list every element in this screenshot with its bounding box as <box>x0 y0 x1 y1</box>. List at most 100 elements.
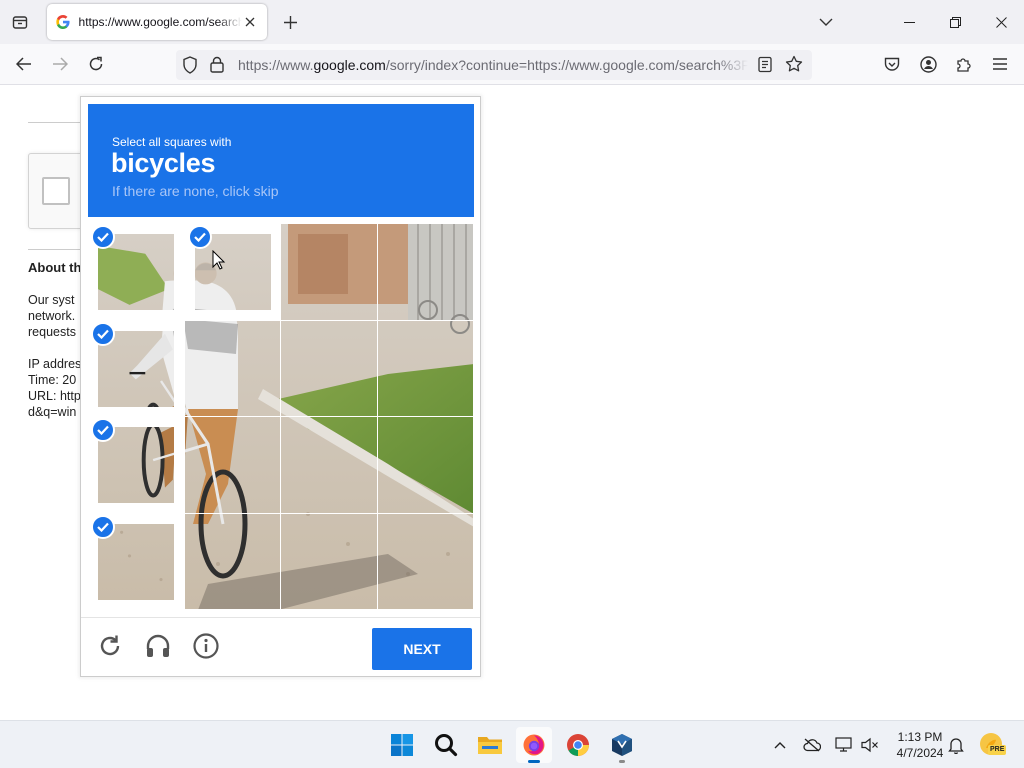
divider <box>28 249 82 250</box>
captcha-image-tile[interactable] <box>281 224 377 320</box>
firefox-view-button[interactable] <box>6 8 34 36</box>
account-icon <box>919 55 937 73</box>
lock-icon[interactable] <box>210 56 224 78</box>
start-button[interactable] <box>384 727 420 763</box>
tracking-protection-shield-icon[interactable] <box>182 56 198 79</box>
network-icon <box>835 737 852 752</box>
page-text-line: requests <box>28 325 76 339</box>
reader-view-icon[interactable] <box>758 56 772 78</box>
speaker-muted-icon <box>861 737 878 753</box>
plus-icon <box>283 15 297 29</box>
hamburger-menu-icon <box>993 58 1007 70</box>
tile-image <box>281 513 377 609</box>
captcha-image-tile[interactable] <box>377 417 473 513</box>
reload-challenge-button[interactable] <box>96 632 124 660</box>
virtualbox-taskbar-button[interactable] <box>604 727 640 763</box>
arrow-left-icon <box>16 57 31 71</box>
selected-checkmark-icon <box>187 225 212 249</box>
page-text-line: Our syst <box>28 293 75 307</box>
tile-image <box>281 417 377 513</box>
firefox-icon <box>523 734 545 756</box>
tile-image <box>377 513 473 609</box>
chevron-down-icon <box>819 18 833 26</box>
captcha-image-tile[interactable] <box>377 513 473 609</box>
restore-button[interactable] <box>932 0 978 44</box>
reload-icon <box>89 56 103 71</box>
challenge-keyword: bicycles <box>111 148 216 178</box>
volume-tray-button[interactable] <box>858 733 882 757</box>
challenge-footer: NEXT <box>81 617 480 677</box>
captcha-image-tile[interactable] <box>88 321 184 417</box>
next-button[interactable]: NEXT <box>372 628 472 670</box>
refresh-icon <box>100 635 120 656</box>
tile-image <box>281 224 377 320</box>
recaptcha-checkbox[interactable] <box>42 177 70 205</box>
selected-checkmark-icon <box>91 321 115 346</box>
recaptcha-challenge-dialog: Select all squares with bicycles If ther… <box>80 96 481 677</box>
show-hidden-icons-button[interactable] <box>768 733 792 757</box>
page-text-line: Time: 20 <box>28 373 77 387</box>
captcha-image-tile[interactable] <box>184 320 280 416</box>
google-favicon-icon <box>55 14 71 30</box>
back-button[interactable] <box>10 50 38 78</box>
arrow-right-icon <box>53 57 68 71</box>
account-button[interactable] <box>914 50 942 78</box>
reload-button[interactable] <box>82 50 110 78</box>
close-window-button[interactable] <box>978 0 1024 44</box>
chrome-taskbar-button[interactable] <box>560 727 596 763</box>
app-menu-button[interactable] <box>986 50 1014 78</box>
tile-image <box>184 417 280 513</box>
navigation-toolbar: https://www.google.com/sorry/index?conti… <box>0 44 1024 85</box>
captcha-image-tile[interactable] <box>88 224 184 320</box>
minimize-button[interactable] <box>886 0 932 44</box>
selected-checkmark-icon <box>91 514 115 539</box>
tile-image <box>377 320 473 416</box>
new-tab-button[interactable] <box>277 9 303 35</box>
firefox-view-icon <box>12 16 28 29</box>
windows-taskbar: 1:13 PM 4/7/2024 PRE <box>0 720 1024 768</box>
captcha-image-tile[interactable] <box>184 513 280 609</box>
extensions-button[interactable] <box>950 50 978 78</box>
headphones-icon <box>146 634 170 657</box>
captcha-image-tile[interactable] <box>88 514 184 610</box>
windows-insider-badge[interactable]: PRE <box>978 731 1007 759</box>
captcha-image-tile[interactable] <box>185 224 281 320</box>
page-text-line: network. <box>28 309 76 323</box>
page-text-line: IP addres <box>28 357 82 371</box>
bookmark-star-icon[interactable] <box>785 55 803 78</box>
selected-checkmark-icon <box>91 418 115 442</box>
audio-challenge-button[interactable] <box>144 632 172 660</box>
mouse-cursor-icon <box>212 250 226 270</box>
active-app-indicator <box>528 760 540 763</box>
captcha-image-tile[interactable] <box>377 224 473 320</box>
search-taskbar-button[interactable] <box>428 727 464 763</box>
pocket-button[interactable] <box>878 50 906 78</box>
captcha-image-tile[interactable] <box>281 320 377 416</box>
captcha-image-tile[interactable] <box>184 417 280 513</box>
tile-image <box>184 513 280 609</box>
challenge-hint: If there are none, click skip <box>112 183 279 199</box>
close-icon <box>245 17 255 27</box>
folder-icon <box>478 737 502 754</box>
forward-button[interactable] <box>46 50 74 78</box>
network-tray-button[interactable] <box>832 733 856 757</box>
firefox-taskbar-button[interactable] <box>516 727 552 763</box>
list-all-tabs-button[interactable] <box>812 8 840 36</box>
pocket-icon <box>884 57 900 71</box>
onedrive-tray-button[interactable] <box>800 733 824 757</box>
help-button[interactable] <box>192 632 220 660</box>
notifications-button[interactable] <box>944 733 968 757</box>
url-text[interactable]: https://www.google.com/sorry/index?conti… <box>238 57 748 73</box>
browser-tab-active[interactable]: https://www.google.com/search <box>47 4 267 40</box>
captcha-image-tile[interactable] <box>281 513 377 609</box>
captcha-image-tile[interactable] <box>281 417 377 513</box>
captcha-image-tile[interactable] <box>88 417 184 513</box>
address-bar[interactable]: https://www.google.com/sorry/index?conti… <box>176 50 812 80</box>
tab-close-button[interactable] <box>242 13 259 31</box>
windows-logo-icon <box>391 734 413 756</box>
info-icon <box>193 633 219 659</box>
captcha-image-tile[interactable] <box>377 320 473 416</box>
file-explorer-button[interactable] <box>472 727 508 763</box>
challenge-instruction: Select all squares with <box>112 135 232 149</box>
bell-icon <box>948 737 964 754</box>
